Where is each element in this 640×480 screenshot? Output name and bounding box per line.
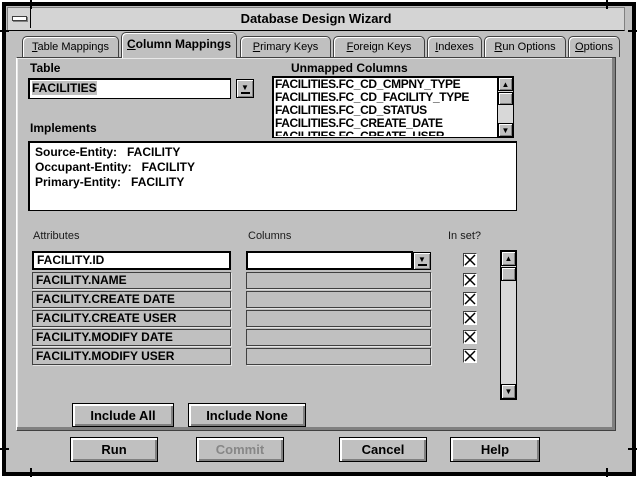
columns-label: Columns	[248, 230, 291, 242]
table-label: Table	[30, 61, 60, 75]
column-mappings-panel: Table FACILITIES ▼ Unmapped Columns FACI…	[16, 57, 616, 431]
implements-line: Occupant-Entity: FACILITY	[35, 160, 510, 175]
implements-line: Primary-Entity: FACILITY	[35, 175, 510, 190]
attribute-cell[interactable]: FACILITY.MODIFY USER	[32, 348, 231, 365]
window-frame: Database Design Wizard TTable Mappingsab…	[2, 2, 636, 476]
column-cell[interactable]	[246, 272, 431, 289]
attribute-cell[interactable]: FACILITY.CREATE USER	[32, 310, 231, 327]
inset-checkbox[interactable]	[463, 292, 477, 306]
attribute-cell[interactable]: FACILITY.MODIFY DATE	[32, 329, 231, 346]
implements-label: Implements	[30, 121, 97, 135]
frame-tick	[606, 0, 608, 9]
table-combobox-drop-button[interactable]: ▼	[236, 79, 254, 98]
in-set-label: In set?	[448, 230, 481, 242]
frame-tick	[30, 468, 32, 477]
attribute-cell[interactable]: FACILITY.ID	[32, 251, 231, 270]
checkbox-x-icon	[464, 254, 476, 266]
implements-box: Source-Entity: FACILITY Occupant-Entity:…	[28, 141, 517, 211]
dropdown-bar-icon	[241, 92, 250, 94]
list-item[interactable]: FACILITIES.FC_CREATE_USER	[275, 130, 496, 136]
scroll-up-icon[interactable]: ▲	[498, 77, 513, 91]
run-button[interactable]: Run	[70, 437, 158, 462]
tab-run-options[interactable]: Run OptionsRun Options	[484, 36, 566, 57]
attribute-cell[interactable]: FACILITY.NAME	[32, 272, 231, 289]
help-button[interactable]: Help	[450, 437, 540, 462]
column-cell[interactable]	[246, 329, 431, 346]
column-cell[interactable]	[246, 310, 431, 327]
checkbox-x-icon	[464, 312, 476, 324]
window-title: Database Design Wizard	[8, 8, 624, 28]
column-cell[interactable]	[246, 348, 431, 365]
checkbox-x-icon	[464, 331, 476, 343]
include-all-button[interactable]: Include All	[72, 403, 174, 427]
frame-tick	[606, 468, 608, 477]
inset-checkbox[interactable]	[463, 311, 477, 325]
attributes-label: Attributes	[33, 230, 79, 242]
frame-tick	[628, 30, 637, 32]
scrollbar-thumb[interactable]	[501, 267, 516, 281]
column-combobox[interactable]	[246, 251, 413, 270]
inset-checkbox[interactable]	[463, 253, 477, 267]
dropdown-arrow-icon: ▼	[418, 256, 426, 263]
tab-column-mappings[interactable]: Column MappingsColumn Mappings	[121, 32, 237, 58]
checkbox-x-icon	[464, 350, 476, 362]
table-combobox-field[interactable]: FACILITIES	[28, 78, 231, 99]
implements-line: Source-Entity: FACILITY	[35, 145, 510, 160]
cancel-button[interactable]: Cancel	[339, 437, 427, 462]
column-combobox-drop-button[interactable]: ▼	[413, 252, 431, 270]
tab-strip: TTable Mappingsable Mappings Column Mapp…	[16, 32, 622, 58]
frame-tick	[0, 448, 9, 450]
inset-checkbox[interactable]	[463, 273, 477, 287]
frame-tick	[0, 30, 9, 32]
unmapped-columns-scrollbar[interactable]: ▲ ▼	[497, 77, 513, 137]
tab-indexes[interactable]: IndexesIndexes	[427, 36, 482, 57]
frame-tick	[628, 448, 637, 450]
inset-checkbox[interactable]	[463, 349, 477, 363]
scroll-down-icon[interactable]: ▼	[501, 384, 516, 399]
tab-table-mappings[interactable]: TTable Mappingsable Mappings	[22, 36, 119, 57]
scroll-up-icon[interactable]: ▲	[501, 251, 516, 266]
tab-foreign-keys[interactable]: Foreign KeysForeign Keys	[333, 36, 425, 57]
commit-button[interactable]: Commit	[196, 437, 284, 462]
attribute-cell[interactable]: FACILITY.CREATE DATE	[32, 291, 231, 308]
checkbox-x-icon	[464, 274, 476, 286]
scroll-down-icon[interactable]: ▼	[498, 123, 513, 137]
grid-scrollbar[interactable]: ▲ ▼	[500, 250, 517, 400]
dropdown-bar-icon	[418, 264, 427, 266]
unmapped-columns-label: Unmapped Columns	[291, 61, 408, 75]
checkbox-x-icon	[464, 293, 476, 305]
unmapped-columns-listbox[interactable]: FACILITIES.FC_CD_CMPNY_TYPE FACILITIES.F…	[272, 76, 514, 138]
inset-checkbox[interactable]	[463, 330, 477, 344]
database-design-wizard-window: Database Design Wizard TTable Mappingsab…	[0, 0, 640, 480]
tab-options[interactable]: OptionsOptions	[568, 36, 620, 57]
tab-primary-keys[interactable]: Primary KeysPrimary Keys	[240, 36, 331, 57]
include-none-button[interactable]: Include None	[188, 403, 306, 427]
frame-tick	[30, 0, 32, 9]
table-combobox-value: FACILITIES	[32, 81, 97, 95]
dropdown-arrow-icon: ▼	[241, 84, 249, 91]
title-bar: Database Design Wizard	[7, 7, 625, 31]
column-cell[interactable]	[246, 291, 431, 308]
scrollbar-thumb[interactable]	[498, 92, 513, 105]
